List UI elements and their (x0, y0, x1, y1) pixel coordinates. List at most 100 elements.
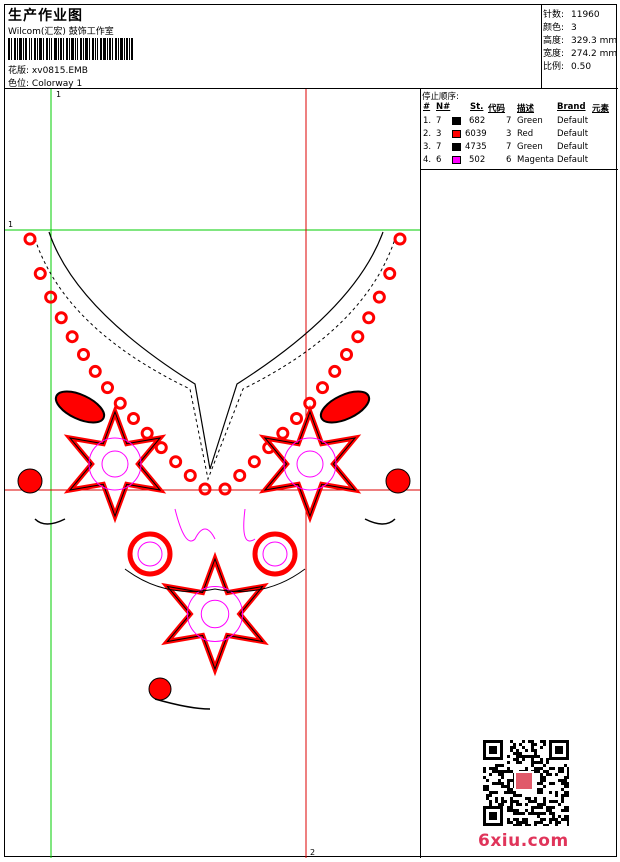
qr-module (537, 767, 540, 770)
qr-module (561, 767, 564, 770)
red-bead-ring (65, 330, 79, 344)
qr-module (525, 821, 528, 824)
qr-module (561, 809, 564, 812)
qr-module (498, 764, 501, 767)
qr-module (555, 818, 558, 821)
colorway: 色位: Colorway 1 (8, 76, 82, 89)
qr-module (510, 779, 513, 782)
colorway-label: 色位: (8, 79, 30, 89)
qr-module (510, 746, 513, 749)
red-bead-ring (198, 482, 212, 496)
qr-module (489, 803, 492, 806)
qr-module (534, 800, 537, 803)
qr-module (564, 794, 567, 797)
qr-module (522, 746, 525, 749)
qr-module (567, 806, 569, 809)
qr-module (531, 806, 534, 809)
qr-module (498, 782, 501, 785)
qr-module (543, 803, 546, 806)
qr-module (507, 818, 510, 821)
qr-module (504, 791, 507, 794)
qr-module (564, 815, 567, 818)
qr-module (519, 752, 522, 755)
qr-module (549, 791, 552, 794)
qr-module (561, 779, 564, 782)
qr-module (501, 764, 504, 767)
qr-module (525, 824, 528, 826)
color-swatch (452, 156, 461, 164)
qr-module (501, 800, 504, 803)
qr-module (510, 749, 513, 752)
qr-module (552, 806, 555, 809)
qr-module (540, 740, 543, 743)
qr-module (546, 758, 549, 761)
qr-module (546, 770, 549, 773)
qr-module (495, 764, 498, 767)
qr-module (513, 758, 516, 761)
qr-module (540, 746, 543, 749)
qr-module (555, 800, 558, 803)
red-bead-ring (290, 411, 304, 425)
qr-module (516, 749, 519, 752)
qr-module (543, 770, 546, 773)
qr-module (534, 767, 537, 770)
qr-module (567, 824, 569, 826)
qr-module (543, 824, 546, 826)
qr-module (546, 809, 549, 812)
red-bead-ring (113, 396, 127, 410)
red-bead-ring (33, 267, 47, 281)
qr-module (519, 761, 522, 764)
qr-module (543, 779, 546, 782)
qr-module (564, 779, 567, 782)
qr-module (552, 812, 555, 815)
qr-module (516, 818, 519, 821)
qr-module (564, 809, 567, 812)
qr-module (513, 752, 516, 755)
qr-module (567, 767, 569, 770)
qr-module (531, 809, 534, 812)
production-sheet: 生产作业图 Wilcom(汇宏) 鼓饰工作室 花版: xv0815.EMB 色位… (4, 4, 618, 858)
qr-module (534, 761, 537, 764)
qr-module (537, 821, 540, 824)
qr-module (540, 773, 543, 776)
qr-module (537, 782, 540, 785)
qr-module (522, 740, 525, 743)
qr-module (567, 809, 569, 812)
qr-module (561, 800, 564, 803)
col-header-code: 代码 (488, 104, 506, 114)
qr-module (549, 767, 552, 770)
leaf-left (54, 390, 106, 424)
qr-module (501, 776, 504, 779)
qr-module (561, 788, 564, 791)
qr-module (540, 767, 543, 770)
qr-logo (516, 773, 532, 789)
table-row: 1. 7 682 7 Green Default (423, 116, 589, 126)
design-scale: 比例: 0.50 (543, 62, 592, 72)
qr-module (537, 815, 540, 818)
qr-module (567, 815, 569, 818)
qr-module (507, 755, 510, 758)
qr-module (531, 746, 534, 749)
red-bead-ring (233, 468, 247, 482)
qr-module (525, 809, 528, 812)
qr-module (516, 800, 519, 803)
qr-module (534, 770, 537, 773)
qr-module (498, 770, 501, 773)
qr-module (555, 794, 558, 797)
qr-module (507, 809, 510, 812)
qr-module (507, 806, 510, 809)
qr-module (540, 758, 543, 761)
qr-module (546, 773, 549, 776)
qr-module (567, 776, 569, 779)
qr-module (516, 803, 519, 806)
qr-module (567, 818, 569, 821)
qr-module (549, 773, 552, 776)
qr-module (483, 767, 486, 770)
table-row: 3. 7 4735 7 Green Default (423, 142, 589, 152)
qr-module (558, 815, 561, 818)
qr-module (486, 794, 489, 797)
qr-module (516, 794, 519, 797)
qr-module (534, 749, 537, 752)
qr-module (564, 806, 567, 809)
qr-module (525, 803, 528, 806)
